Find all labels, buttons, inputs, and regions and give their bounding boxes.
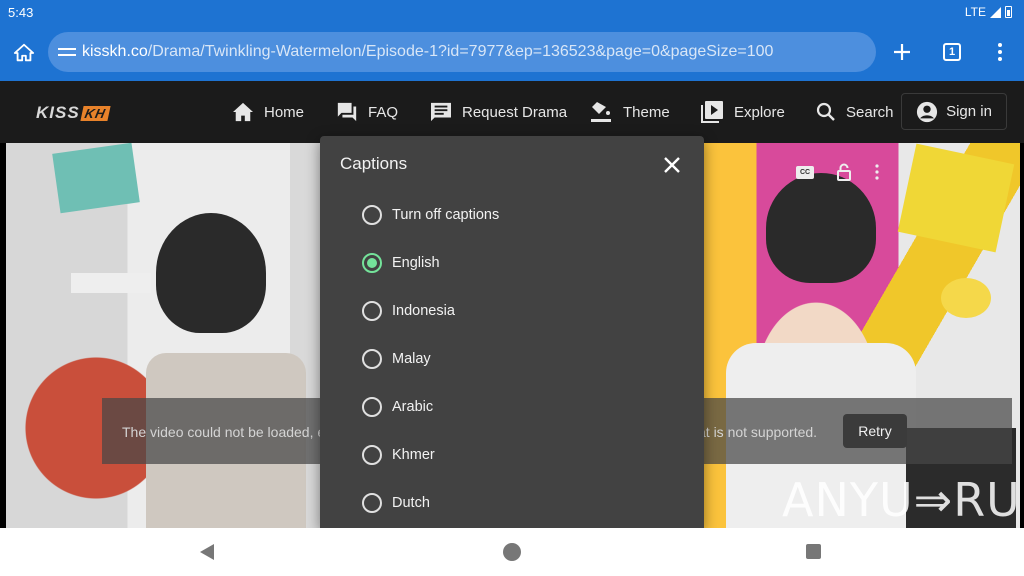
nav-theme[interactable]: Theme — [589, 99, 670, 125]
address-bar[interactable]: kisskh.co/Drama/Twinkling-Watermelon/Epi… — [48, 32, 876, 72]
caption-option-label: Malay — [392, 351, 431, 367]
caption-option-label: Turn off captions — [392, 207, 500, 223]
nav-home[interactable]: Home — [232, 99, 304, 125]
account-circle-icon — [916, 101, 938, 122]
sign-in-button[interactable]: Sign in — [901, 93, 1007, 130]
nav-search[interactable]: Search — [816, 99, 894, 125]
lock-icon[interactable] — [836, 163, 852, 181]
close-icon[interactable] — [660, 153, 684, 177]
paint-bucket-icon — [591, 102, 611, 122]
caption-option-khmer[interactable]: Khmer — [362, 443, 435, 467]
tab-count: 1 — [943, 43, 961, 61]
status-icons: LTE — [965, 5, 1012, 19]
caption-option-off[interactable]: Turn off captions — [362, 203, 499, 227]
feedback-icon — [431, 102, 451, 122]
url-path: /Drama/Twinkling-Watermelon/Episode-1?id… — [147, 43, 774, 60]
network-type: LTE — [964, 5, 986, 19]
poster-sticker — [52, 143, 140, 214]
radio-button[interactable] — [362, 349, 382, 369]
browser-toolbar: kisskh.co/Drama/Twinkling-Watermelon/Epi… — [0, 24, 1024, 81]
video-library-icon — [701, 101, 723, 123]
sign-in-label: Sign in — [946, 103, 992, 120]
status-bar: 5:43 LTE — [0, 0, 1024, 24]
back-icon[interactable] — [200, 544, 214, 560]
error-message-right: at is not supported. — [698, 424, 818, 440]
poster-lightning — [897, 143, 1015, 253]
site-logo[interactable]: KISS KH — [36, 103, 111, 123]
logo-badge: KH — [80, 105, 111, 121]
home-button-icon[interactable] — [503, 543, 521, 561]
logo-text: KISS — [36, 103, 80, 122]
caption-option-label: Indonesia — [392, 303, 455, 319]
signal-icon — [990, 6, 1001, 18]
poster-sign-bar — [71, 273, 151, 293]
player-controls: CC — [796, 163, 880, 181]
recents-icon[interactable] — [806, 544, 821, 559]
nav-request-drama[interactable]: Request Drama — [430, 99, 567, 125]
nav-explore[interactable]: Explore — [700, 99, 785, 125]
radio-button[interactable] — [362, 205, 382, 225]
caption-option-arabic[interactable]: Arabic — [362, 395, 433, 419]
nav-explore-label: Explore — [734, 103, 785, 121]
nav-search-label: Search — [846, 103, 894, 121]
caption-option-label: Dutch — [392, 495, 430, 511]
new-tab-icon[interactable] — [878, 28, 926, 76]
captions-dialog: Captions Turn off captions English Indon… — [320, 136, 704, 528]
cc-icon[interactable]: CC — [796, 165, 814, 179]
poster-hair-right — [766, 173, 876, 283]
home-icon[interactable] — [0, 29, 48, 77]
nav-faq-label: FAQ — [368, 103, 399, 121]
status-time: 5:43 — [8, 4, 34, 20]
nav-home-label: Home — [264, 103, 305, 121]
caption-option-english[interactable]: English — [362, 251, 440, 275]
dialog-title: Captions — [340, 154, 408, 173]
caption-option-label: English — [392, 255, 440, 271]
nav-faq[interactable]: FAQ — [336, 99, 398, 125]
player-more-icon[interactable] — [874, 164, 880, 180]
poster-eye — [941, 278, 991, 318]
search-icon — [816, 102, 835, 121]
poster-watermark: ANYU⇒RUN — [782, 473, 1020, 527]
caption-option-indonesia[interactable]: Indonesia — [362, 299, 455, 323]
system-nav-bar — [0, 528, 1024, 576]
nav-theme-label: Theme — [623, 103, 670, 121]
radio-button[interactable] — [362, 397, 382, 417]
radio-button[interactable] — [362, 493, 382, 513]
poster-hair-left — [156, 213, 266, 333]
url-host: kisskh.co — [82, 43, 148, 60]
overflow-menu-icon[interactable] — [976, 28, 1024, 76]
nav-request-drama-label: Request Drama — [462, 103, 568, 121]
radio-button[interactable] — [362, 445, 382, 465]
tab-switcher-icon[interactable]: 1 — [928, 28, 976, 76]
caption-option-label: Khmer — [392, 447, 435, 463]
battery-icon — [1005, 6, 1012, 18]
caption-option-dutch[interactable]: Dutch — [362, 491, 430, 515]
forum-icon — [337, 102, 357, 122]
retry-button[interactable]: Retry — [843, 414, 907, 448]
home-icon — [233, 102, 253, 122]
caption-option-malay[interactable]: Malay — [362, 347, 431, 371]
site-header: KISS KH Home FAQ Request Drama Theme Exp… — [0, 81, 1024, 143]
caption-option-label: Arabic — [392, 399, 434, 415]
error-message-left: The video could not be loaded, ei — [122, 424, 329, 440]
site-settings-icon[interactable] — [58, 45, 76, 59]
radio-button[interactable] — [362, 301, 382, 321]
radio-button-selected[interactable] — [362, 253, 382, 273]
